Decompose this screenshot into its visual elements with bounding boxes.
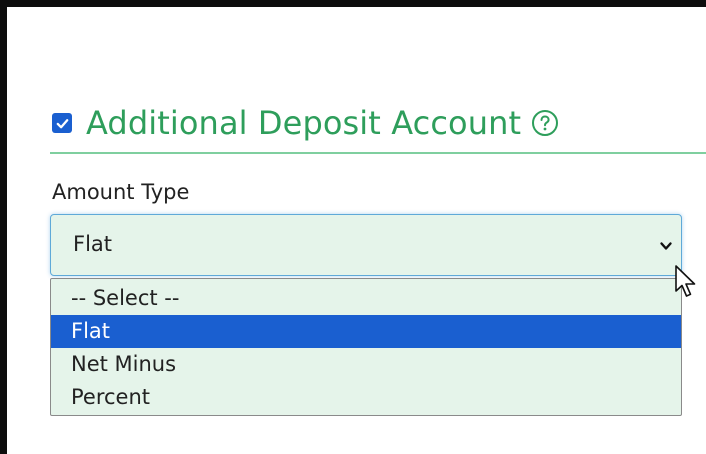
window-border-top [0,0,706,7]
mouse-pointer-icon [675,265,696,297]
app-window: Additional Deposit Account Amount Type F… [0,0,706,454]
window-border-left [0,0,7,454]
dropdown-option-net-minus[interactable]: Net Minus [51,348,681,381]
checkmark-icon [56,118,68,128]
section-title: Additional Deposit Account [86,104,522,142]
dropdown-option-percent[interactable]: Percent [51,381,681,414]
section-divider [50,152,706,154]
section-header: Additional Deposit Account [52,100,559,146]
amount-type-select[interactable]: Flat [50,214,682,276]
dropdown-option-select[interactable]: -- Select -- [51,282,681,315]
amount-type-label: Amount Type [52,180,190,204]
dropdown-option-flat[interactable]: Flat [51,315,681,348]
additional-deposit-checkbox[interactable] [52,113,72,133]
amount-type-selected-value: Flat [73,232,113,256]
amount-type-dropdown-list: -- Select -- Flat Net Minus Percent [50,278,682,416]
chevron-down-icon [660,242,672,250]
question-circle-icon[interactable] [531,109,559,137]
